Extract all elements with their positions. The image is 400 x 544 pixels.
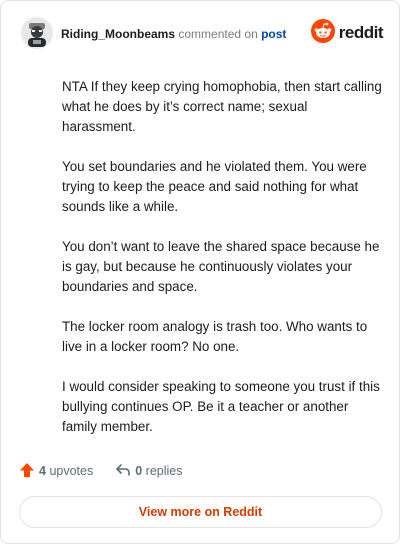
replies-label: replies — [145, 464, 183, 478]
replies-count: 0 — [135, 464, 143, 478]
comment-paragraph: I would consider speaking to someone you… — [62, 379, 380, 434]
reddit-snoo-icon — [310, 18, 335, 48]
comment-embed-card: Riding_Moonbeams commented on post reddi — [0, 0, 400, 544]
comment-paragraph: You set boundaries and he violated them.… — [62, 159, 367, 214]
view-more-button[interactable]: View more on Reddit — [19, 496, 382, 528]
avatar[interactable] — [21, 17, 53, 49]
commented-text: commented on — [178, 27, 258, 41]
comment-meta: Riding_Moonbeams commented on post — [61, 27, 286, 41]
upvote-arrow-icon[interactable] — [19, 462, 35, 481]
comment-body: NTA If they keep crying homophobia, then… — [62, 77, 384, 457]
upvotes[interactable]: 4 upvotes — [19, 462, 93, 481]
username[interactable]: Riding_Moonbeams — [61, 27, 175, 41]
comment-paragraph: The locker room analogy is trash too. Wh… — [62, 319, 368, 354]
comment-paragraph: You don’t want to leave the shared space… — [62, 239, 380, 294]
comment-header: Riding_Moonbeams commented on post reddi — [21, 17, 384, 51]
reply-arrow-icon[interactable] — [115, 462, 131, 481]
post-link[interactable]: post — [261, 27, 286, 41]
reddit-wordmark: reddit — [338, 23, 384, 42]
upvotes-count: 4 — [39, 464, 46, 478]
reddit-brand[interactable]: reddit — [310, 18, 384, 48]
replies[interactable]: 0 replies — [115, 462, 182, 481]
comment-footer: 4 upvotes 0 replies — [19, 461, 182, 481]
comment-paragraph: NTA If they keep crying homophobia, then… — [62, 79, 382, 134]
upvotes-label: upvotes — [49, 464, 94, 478]
